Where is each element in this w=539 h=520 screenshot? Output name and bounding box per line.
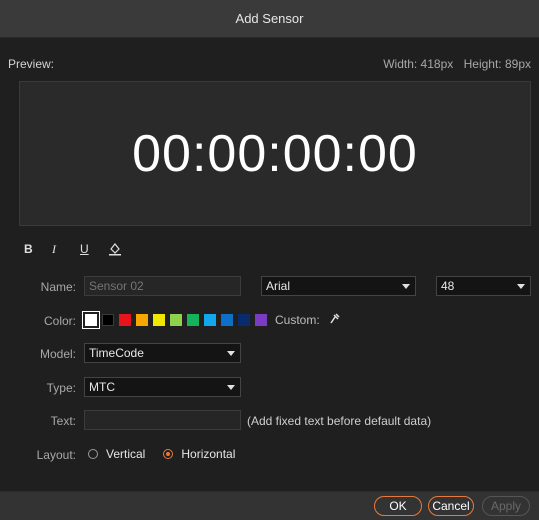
fill-color-button[interactable] [108,240,136,258]
bold-button[interactable]: B [24,240,52,258]
italic-button[interactable]: I [52,240,80,258]
chevron-down-icon [517,284,525,289]
chevron-down-icon [402,284,410,289]
type-label: Type: [46,381,76,395]
dialog-footer: OK Cancel Apply [0,491,539,520]
model-select[interactable]: TimeCode [84,343,241,363]
color-swatch[interactable] [136,313,148,326]
layout-horizontal-radio[interactable] [163,449,174,459]
layout-vertical-radio[interactable] [88,449,98,459]
layout-vertical-label[interactable]: Vertical [106,447,145,461]
color-swatch[interactable] [204,313,216,326]
cancel-button[interactable]: Cancel [428,496,474,516]
paint-bucket-icon [109,243,121,256]
layout-label: Layout: [36,448,76,462]
color-swatch[interactable] [170,313,182,326]
preview-dimensions: Width: 418px Height: 89px [383,57,531,71]
font-size-value: 48 [441,279,455,293]
color-swatches: Custom: [82,310,341,329]
layout-radio-group: Vertical Horizontal [88,447,253,461]
preview-height: Height: 89px [463,57,531,71]
chevron-down-icon [227,351,235,356]
add-sensor-dialog: Add Sensor Preview: Width: 418px Height:… [0,0,539,520]
font-size-select[interactable]: 48 [436,276,531,296]
eyedropper-icon [330,313,340,324]
dialog-titlebar[interactable]: Add Sensor [0,0,539,38]
timecode-display: 00:00:00:00 [132,124,418,183]
layout-horizontal-label[interactable]: Horizontal [181,447,235,461]
font-select[interactable]: Arial [261,276,416,296]
apply-button[interactable]: Apply [482,496,530,516]
color-swatch[interactable] [119,313,131,326]
preview-width: Width: 418px [383,57,454,71]
text-input[interactable] [84,410,241,430]
name-label: Name: [40,280,76,294]
color-swatch[interactable] [82,310,100,329]
underline-button[interactable]: U [80,240,108,258]
name-input[interactable] [84,276,241,296]
font-select-value: Arial [266,279,291,293]
color-label: Color: [43,314,76,328]
color-swatch[interactable] [187,313,199,326]
preview-area: 00:00:00:00 [19,81,531,226]
dialog-title: Add Sensor [235,11,304,26]
color-swatch[interactable] [221,313,233,326]
ok-button[interactable]: OK [374,496,422,516]
preview-label: Preview: [8,57,55,71]
color-picker-icon[interactable] [329,312,341,327]
type-select-value: MTC [89,380,115,394]
color-swatch[interactable] [238,313,250,326]
color-swatch[interactable] [255,313,267,326]
custom-color-label: Custom: [275,312,320,327]
color-swatch[interactable] [153,313,165,326]
color-swatch[interactable] [102,313,114,326]
chevron-down-icon [227,385,235,390]
text-hint: (Add fixed text before default data) [247,414,432,428]
format-toolbar: B I U [24,240,136,258]
model-select-value: TimeCode [89,346,144,360]
text-label: Text: [50,414,76,428]
type-select[interactable]: MTC [84,377,241,397]
model-label: Model: [39,347,76,361]
